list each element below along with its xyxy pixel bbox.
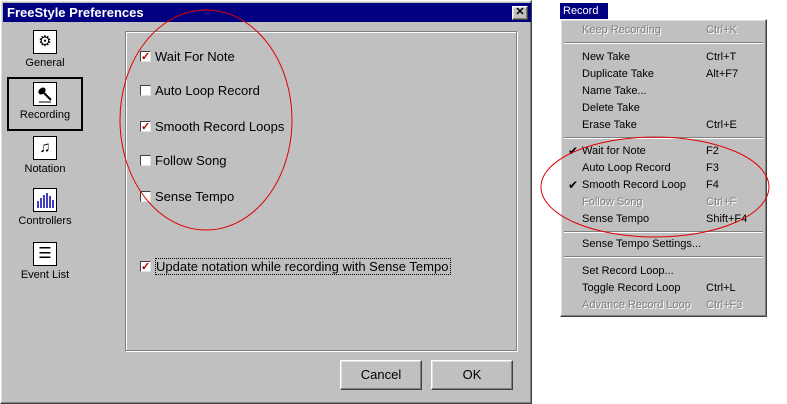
preferences-sidebar: ⚙ General Recording ♫ Notation Controlle…: [7, 27, 83, 297]
cancel-button-label: Cancel: [360, 367, 402, 382]
update-notation-checkbox[interactable]: Update notation while recording with Sen…: [140, 258, 452, 276]
sidebar-item-notation[interactable]: ♫ Notation: [9, 133, 81, 183]
menu-item-label: Duplicate Take: [582, 68, 654, 80]
menu-item-keep-recording: Keep Recording Ctrl+K: [563, 22, 764, 39]
sidebar-item-recording[interactable]: Recording: [7, 77, 83, 131]
menu-item-advance-record-loop: Advance Record Loop Ctrl+F3: [563, 297, 764, 314]
sidebar-item-label: Recording: [19, 109, 71, 121]
checkbox-box[interactable]: [140, 258, 151, 276]
microphone-icon: [33, 82, 57, 106]
menu-item-shortcut: Ctrl+K: [706, 24, 737, 36]
highlight-ellipse: [540, 136, 770, 238]
menu-item-delete-take[interactable]: Delete Take: [563, 100, 764, 117]
menu-item-shortcut: Alt+F7: [706, 68, 739, 80]
list-icon: ☰: [33, 242, 57, 266]
menu-item-duplicate-take[interactable]: Duplicate Take Alt+F7: [563, 66, 764, 83]
menu-item-label: Name Take...: [582, 85, 647, 97]
menu-item-label: Set Record Loop...: [582, 265, 674, 277]
menu-item-label: New Take: [582, 51, 631, 63]
preferences-dialog: FreeStyle Preferences ✕ ⚙ General Record…: [0, 0, 532, 404]
music-note-icon: ♫: [33, 136, 57, 160]
record-menu-title-label: Record: [563, 5, 599, 17]
highlight-ellipse: [119, 9, 293, 231]
controllers-icon: [33, 188, 57, 212]
recording-options-panel: Wait For Note Auto Loop Record Smooth Re…: [119, 9, 517, 351]
menu-item-name-take[interactable]: Name Take...: [563, 83, 764, 100]
update-notation-label: Update notation while recording with Sen…: [155, 258, 452, 275]
sidebar-item-label: Event List: [20, 269, 70, 281]
close-icon: ✕: [515, 6, 525, 18]
menu-item-shortcut: Ctrl+T: [706, 51, 737, 63]
close-button[interactable]: ✕: [512, 6, 528, 20]
menu-item-label: Delete Take: [582, 102, 640, 114]
sidebar-item-controllers[interactable]: Controllers: [9, 185, 81, 235]
ok-button-label: OK: [462, 367, 482, 382]
cancel-button[interactable]: Cancel: [340, 360, 422, 390]
menu-item-shortcut: Ctrl+F3: [706, 299, 743, 311]
sidebar-item-label: Notation: [24, 163, 66, 175]
menu-item-label: Advance Record Loop: [582, 299, 691, 311]
ok-button[interactable]: OK: [431, 360, 513, 390]
sidebar-item-event-list[interactable]: ☰ Event List: [9, 239, 81, 289]
menu-item-shortcut: Ctrl+L: [706, 282, 736, 294]
menu-item-set-record-loop[interactable]: Set Record Loop...: [563, 263, 764, 280]
menu-item-label: Keep Recording: [582, 24, 661, 36]
menu-separator: [564, 256, 763, 258]
menu-item-new-take[interactable]: New Take Ctrl+T: [563, 49, 764, 66]
record-menu: Keep Recording Ctrl+K New Take Ctrl+T Du…: [540, 19, 770, 317]
record-menu-title[interactable]: Record: [560, 3, 608, 19]
sidebar-item-label: Controllers: [18, 215, 72, 227]
gear-icon: ⚙: [33, 30, 57, 54]
menu-item-label: Toggle Record Loop: [582, 282, 681, 294]
sidebar-item-label: General: [25, 57, 65, 69]
sidebar-item-general[interactable]: ⚙ General: [9, 27, 81, 77]
menu-separator: [564, 42, 763, 44]
menu-item-toggle-record-loop[interactable]: Toggle Record Loop Ctrl+L: [563, 280, 764, 297]
